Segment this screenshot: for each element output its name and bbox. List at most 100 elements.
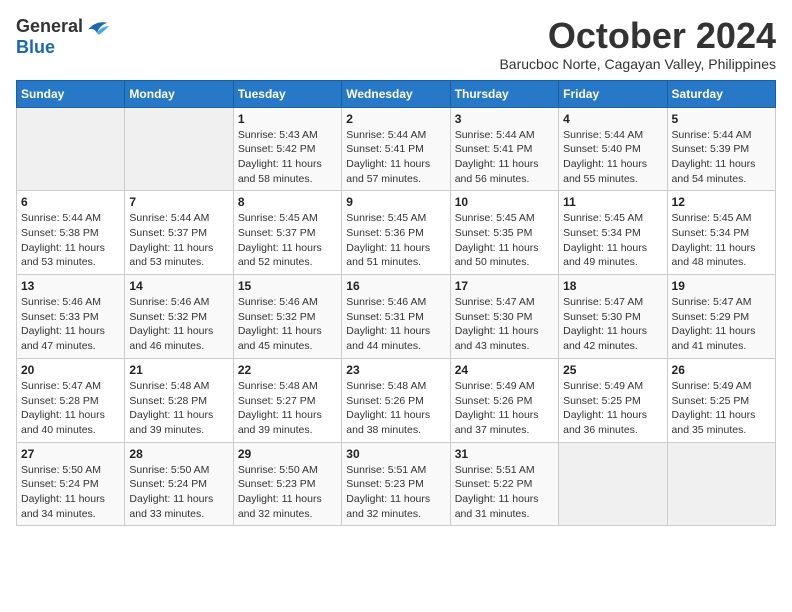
calendar-cell: 21Sunrise: 5:48 AMSunset: 5:28 PMDayligh…: [125, 358, 233, 442]
calendar-cell: 17Sunrise: 5:47 AMSunset: 5:30 PMDayligh…: [450, 275, 558, 359]
calendar-cell: 31 Sunrise: 5:51 AMSunset: 5:22 PMDayligh…: [450, 442, 558, 526]
calendar-cell: 28 Sunrise: 5:50 AMSunset: 5:24 PMDayligh…: [125, 442, 233, 526]
day-number: 10: [455, 195, 554, 209]
calendar-cell: 22Sunrise: 5:48 AMSunset: 5:27 PMDayligh…: [233, 358, 341, 442]
calendar-cell: [667, 442, 775, 526]
calendar-cell: 10 Sunrise: 5:45 AMSunset: 5:35 PMDayligh…: [450, 191, 558, 275]
weekday-header: Thursday: [450, 80, 558, 107]
day-info: Sunrise: 5:45 AMSunset: 5:35 PMDaylight:…: [455, 211, 554, 270]
day-number: 27: [21, 447, 120, 461]
day-number: 19: [672, 279, 771, 293]
calendar-cell: 20 Sunrise: 5:47 AMSunset: 5:28 PMDayligh…: [17, 358, 125, 442]
day-info: Sunrise: 5:44 AMSunset: 5:37 PMDaylight:…: [129, 211, 228, 270]
month-title: October 2024: [499, 16, 776, 56]
day-info: Sunrise: 5:47 AMSunset: 5:28 PMDaylight:…: [21, 379, 120, 438]
day-info: Sunrise: 5:48 AMSunset: 5:26 PMDaylight:…: [346, 379, 445, 438]
day-info: Sunrise: 5:50 AMSunset: 5:24 PMDaylight:…: [21, 463, 120, 522]
logo-bird-icon: [85, 17, 109, 37]
day-info: Sunrise: 5:44 AMSunset: 5:41 PMDaylight:…: [346, 128, 445, 187]
calendar-cell: 30 Sunrise: 5:51 AMSunset: 5:23 PMDayligh…: [342, 442, 450, 526]
day-info: Sunrise: 5:49 AMSunset: 5:25 PMDaylight:…: [563, 379, 662, 438]
day-number: 13: [21, 279, 120, 293]
calendar-cell: 6 Sunrise: 5:44 AMSunset: 5:38 PMDaylight…: [17, 191, 125, 275]
day-info: Sunrise: 5:46 AMSunset: 5:31 PMDaylight:…: [346, 295, 445, 354]
day-info: Sunrise: 5:49 AMSunset: 5:26 PMDaylight:…: [455, 379, 554, 438]
calendar-cell: 7 Sunrise: 5:44 AMSunset: 5:37 PMDaylight…: [125, 191, 233, 275]
day-info: Sunrise: 5:47 AMSunset: 5:30 PMDaylight:…: [563, 295, 662, 354]
calendar-cell: 5 Sunrise: 5:44 AMSunset: 5:39 PMDaylight…: [667, 107, 775, 191]
day-info: Sunrise: 5:49 AMSunset: 5:25 PMDaylight:…: [672, 379, 771, 438]
calendar-table: SundayMondayTuesdayWednesdayThursdayFrid…: [16, 80, 776, 527]
day-info: Sunrise: 5:45 AMSunset: 5:37 PMDaylight:…: [238, 211, 337, 270]
day-info: Sunrise: 5:45 AMSunset: 5:34 PMDaylight:…: [563, 211, 662, 270]
weekday-header: Saturday: [667, 80, 775, 107]
calendar-week-row: 20 Sunrise: 5:47 AMSunset: 5:28 PMDayligh…: [17, 358, 776, 442]
day-number: 2: [346, 112, 445, 126]
day-number: 25: [563, 363, 662, 377]
day-info: Sunrise: 5:44 AMSunset: 5:38 PMDaylight:…: [21, 211, 120, 270]
calendar-cell: 11Sunrise: 5:45 AMSunset: 5:34 PMDayligh…: [559, 191, 667, 275]
day-info: Sunrise: 5:45 AMSunset: 5:34 PMDaylight:…: [672, 211, 771, 270]
calendar-cell: 8 Sunrise: 5:45 AMSunset: 5:37 PMDaylight…: [233, 191, 341, 275]
calendar-week-row: 13 Sunrise: 5:46 AMSunset: 5:33 PMDayligh…: [17, 275, 776, 359]
day-number: 4: [563, 112, 662, 126]
day-number: 30: [346, 447, 445, 461]
calendar-cell: 4 Sunrise: 5:44 AMSunset: 5:40 PMDaylight…: [559, 107, 667, 191]
location-subtitle: Barucboc Norte, Cagayan Valley, Philippi…: [499, 56, 776, 72]
weekday-header-row: SundayMondayTuesdayWednesdayThursdayFrid…: [17, 80, 776, 107]
calendar-cell: [125, 107, 233, 191]
day-info: Sunrise: 5:51 AMSunset: 5:22 PMDaylight:…: [455, 463, 554, 522]
calendar-cell: 27 Sunrise: 5:50 AMSunset: 5:24 PMDayligh…: [17, 442, 125, 526]
day-info: Sunrise: 5:44 AMSunset: 5:40 PMDaylight:…: [563, 128, 662, 187]
calendar-cell: 25 Sunrise: 5:49 AMSunset: 5:25 PMDayligh…: [559, 358, 667, 442]
day-number: 8: [238, 195, 337, 209]
day-info: Sunrise: 5:46 AMSunset: 5:32 PMDaylight:…: [129, 295, 228, 354]
calendar-cell: 13 Sunrise: 5:46 AMSunset: 5:33 PMDayligh…: [17, 275, 125, 359]
calendar-cell: 2 Sunrise: 5:44 AMSunset: 5:41 PMDaylight…: [342, 107, 450, 191]
day-info: Sunrise: 5:44 AMSunset: 5:41 PMDaylight:…: [455, 128, 554, 187]
day-number: 16: [346, 279, 445, 293]
day-number: 26: [672, 363, 771, 377]
logo-general-text: General: [16, 16, 83, 37]
day-number: 9: [346, 195, 445, 209]
day-number: 24: [455, 363, 554, 377]
day-info: Sunrise: 5:44 AMSunset: 5:39 PMDaylight:…: [672, 128, 771, 187]
day-number: 31: [455, 447, 554, 461]
day-number: 14: [129, 279, 228, 293]
weekday-header: Wednesday: [342, 80, 450, 107]
day-info: Sunrise: 5:51 AMSunset: 5:23 PMDaylight:…: [346, 463, 445, 522]
day-number: 5: [672, 112, 771, 126]
calendar-cell: 18 Sunrise: 5:47 AMSunset: 5:30 PMDayligh…: [559, 275, 667, 359]
day-info: Sunrise: 5:46 AMSunset: 5:33 PMDaylight:…: [21, 295, 120, 354]
day-number: 22: [238, 363, 337, 377]
calendar-cell: [559, 442, 667, 526]
calendar-cell: [17, 107, 125, 191]
calendar-week-row: 27 Sunrise: 5:50 AMSunset: 5:24 PMDayligh…: [17, 442, 776, 526]
calendar-cell: 1Sunrise: 5:43 AMSunset: 5:42 PMDaylight…: [233, 107, 341, 191]
day-info: Sunrise: 5:46 AMSunset: 5:32 PMDaylight:…: [238, 295, 337, 354]
logo-blue-text: Blue: [16, 37, 55, 58]
calendar-cell: 9Sunrise: 5:45 AMSunset: 5:36 PMDaylight…: [342, 191, 450, 275]
day-info: Sunrise: 5:47 AMSunset: 5:29 PMDaylight:…: [672, 295, 771, 354]
day-number: 23: [346, 363, 445, 377]
day-number: 7: [129, 195, 228, 209]
calendar-week-row: 6 Sunrise: 5:44 AMSunset: 5:38 PMDaylight…: [17, 191, 776, 275]
weekday-header: Monday: [125, 80, 233, 107]
weekday-header: Tuesday: [233, 80, 341, 107]
day-number: 29: [238, 447, 337, 461]
calendar-cell: 14 Sunrise: 5:46 AMSunset: 5:32 PMDayligh…: [125, 275, 233, 359]
day-info: Sunrise: 5:50 AMSunset: 5:23 PMDaylight:…: [238, 463, 337, 522]
day-number: 21: [129, 363, 228, 377]
logo: General Blue: [16, 16, 109, 58]
day-number: 20: [21, 363, 120, 377]
day-number: 3: [455, 112, 554, 126]
day-number: 28: [129, 447, 228, 461]
calendar-cell: 3 Sunrise: 5:44 AMSunset: 5:41 PMDaylight…: [450, 107, 558, 191]
calendar-cell: 12 Sunrise: 5:45 AMSunset: 5:34 PMDayligh…: [667, 191, 775, 275]
day-number: 12: [672, 195, 771, 209]
calendar-cell: 16 Sunrise: 5:46 AMSunset: 5:31 PMDayligh…: [342, 275, 450, 359]
day-number: 18: [563, 279, 662, 293]
day-info: Sunrise: 5:50 AMSunset: 5:24 PMDaylight:…: [129, 463, 228, 522]
day-number: 6: [21, 195, 120, 209]
day-info: Sunrise: 5:47 AMSunset: 5:30 PMDaylight:…: [455, 295, 554, 354]
